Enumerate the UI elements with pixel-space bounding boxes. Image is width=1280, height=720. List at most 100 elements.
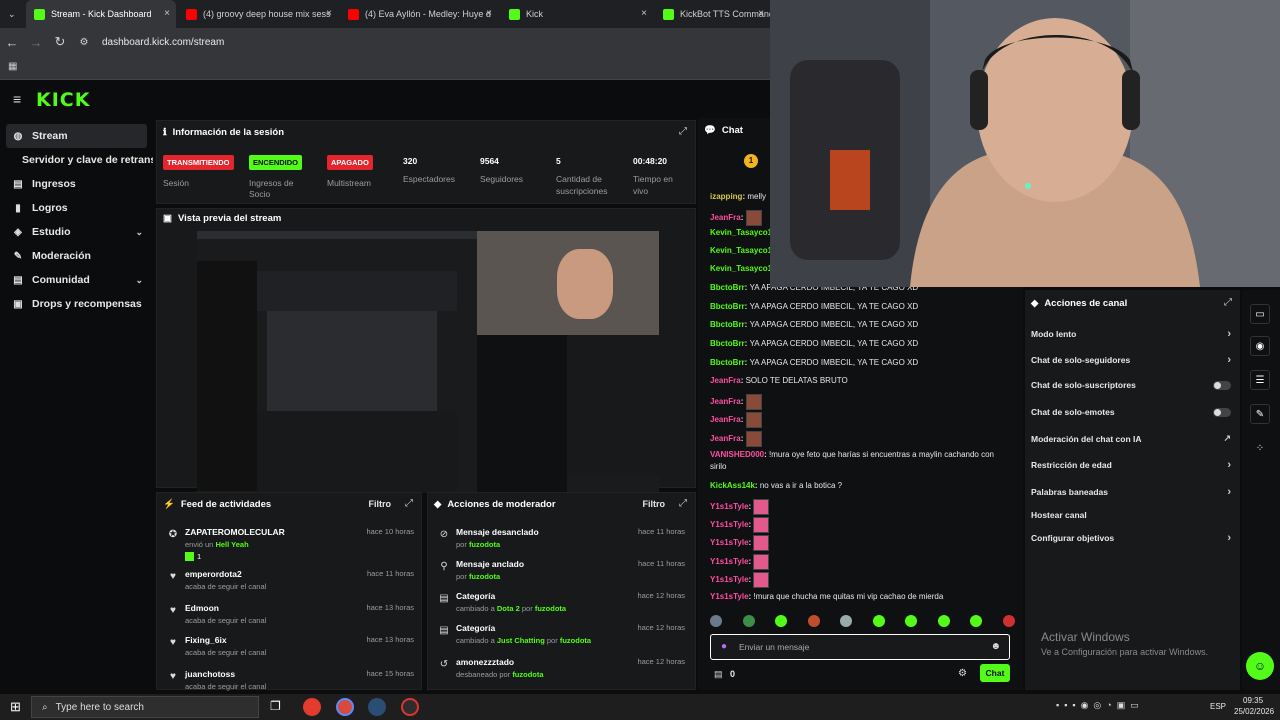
channel-action-configurar-objetivos[interactable]: Configurar objetivos › (1031, 532, 1231, 544)
chat-username[interactable]: Y1s1sTyle (710, 538, 749, 547)
moderator-name[interactable]: fuzodota (512, 670, 543, 679)
quick-emote-icon[interactable] (710, 615, 722, 627)
moderator-name[interactable]: fuzodota (560, 636, 591, 645)
channel-action-hostear-canal[interactable]: Hostear canal (1031, 510, 1231, 520)
sidebar-item-estudio[interactable]: ◈ Estudio ⌄ (0, 220, 153, 244)
quick-emote-icon[interactable] (742, 615, 755, 627)
chrome-profile-icon[interactable] (336, 698, 354, 716)
url-field[interactable]: dashboard.kick.com/stream (102, 37, 224, 48)
sidebar-item-servidor[interactable]: Servidor y clave de retransmisión (0, 148, 153, 172)
chat-username[interactable]: JeanFra (710, 376, 741, 385)
sidebar-item-stream[interactable]: ◍ Stream (6, 124, 147, 148)
more-rail-icon[interactable]: ⁘ (1250, 438, 1270, 458)
feed-filter-button[interactable]: Filtro (369, 499, 392, 509)
activity-user[interactable]: emperordota2 (185, 569, 242, 579)
chat-username[interactable]: BbctoBrr (710, 302, 745, 311)
support-button[interactable]: ☺ (1246, 652, 1274, 680)
toggle-switch[interactable] (1213, 380, 1231, 390)
expand-icon[interactable]: ⤢ (1224, 297, 1232, 308)
quick-emote-icon[interactable] (1002, 615, 1015, 627)
apps-icon[interactable]: ▦ (8, 61, 17, 72)
stream-preview-video[interactable] (197, 231, 659, 493)
chat-username[interactable]: izapping (710, 192, 742, 201)
activity-user[interactable]: ZAPATEROMOLECULAR (185, 527, 285, 537)
quick-emote-icon[interactable] (905, 615, 918, 627)
kick-logo[interactable]: KICK (36, 89, 90, 111)
expand-icon[interactable]: ⤢ (679, 126, 687, 137)
channel-action-chat-de-solo-emotes[interactable]: Chat de solo-emotes (1031, 407, 1231, 417)
chat-username[interactable]: Kevin_Tasayco1 (710, 264, 772, 273)
chat-username[interactable]: BbctoBrr (710, 320, 745, 329)
chat-username[interactable]: Y1s1sTyle (710, 592, 749, 601)
close-tab-icon[interactable]: × (486, 8, 492, 19)
forward-icon[interactable]: → (24, 35, 48, 50)
browser-tab[interactable]: (4) groovy deep house mix sess × (178, 0, 338, 28)
quick-emote-icon[interactable] (872, 615, 885, 627)
steam-icon[interactable] (368, 698, 386, 716)
chat-username[interactable]: JeanFra (710, 213, 741, 222)
clock-time[interactable]: 09:35 (1243, 696, 1263, 705)
activity-user[interactable]: Fixing_6ix (185, 635, 227, 645)
chat-send-button[interactable]: Chat (980, 664, 1010, 682)
chrome-icon[interactable] (303, 698, 321, 716)
sidebar-item-ingresos[interactable]: ▤ Ingresos (0, 172, 153, 196)
taskbar-search[interactable]: ⌕ Type here to search (31, 696, 259, 718)
close-tab-icon[interactable]: × (164, 8, 170, 19)
chat-username[interactable]: JeanFra (710, 397, 741, 406)
site-info-icon[interactable]: ⚙ (72, 37, 96, 48)
moderator-name[interactable]: fuzodota (469, 572, 500, 581)
modactions-filter-button[interactable]: Filtro (643, 499, 666, 509)
browser-tab[interactable]: KickBot TTS Commands × (655, 0, 770, 28)
chat-username[interactable]: Kevin_Tasayco1 (710, 246, 772, 255)
mic-icon[interactable]: ● (721, 641, 727, 652)
windows-start-icon[interactable]: ⊞ (10, 699, 21, 715)
menu-icon[interactable]: ≡ (13, 91, 21, 107)
toggle-switch[interactable] (1213, 407, 1231, 417)
channel-action-palabras-baneadas[interactable]: Palabras baneadas › (1031, 486, 1231, 498)
channel-action-chat-de-solo-suscriptores[interactable]: Chat de solo-suscriptores (1031, 380, 1231, 390)
quick-emote-icon[interactable] (807, 615, 820, 627)
quick-emote-icon[interactable] (840, 615, 853, 627)
quick-emote-icon[interactable] (937, 615, 950, 627)
tab-list-button[interactable]: ⌄ (0, 0, 26, 28)
emoji-icon[interactable]: ☻ (990, 641, 1001, 652)
chat-settings-icon[interactable]: ⚙ (958, 668, 967, 679)
category-name[interactable]: Dota 2 (497, 604, 520, 613)
moderator-name[interactable]: fuzodota (535, 604, 566, 613)
chat-username[interactable]: JeanFra (710, 434, 741, 443)
chat-input[interactable]: Enviar un mensaje (739, 642, 809, 652)
browser-tab[interactable]: Kick × (501, 0, 653, 28)
tools-rail-icon[interactable]: ✎ (1250, 404, 1270, 424)
channel-action-restricci-n-de-edad[interactable]: Restricción de edad › (1031, 459, 1231, 471)
activity-user[interactable]: juanchotoss (185, 669, 235, 679)
list-rail-icon[interactable]: ☰ (1250, 370, 1270, 390)
chat-username[interactable]: Y1s1sTyle (710, 520, 749, 529)
quick-emote-icon[interactable] (970, 615, 983, 627)
channel-action-moderaci-n-del-chat-con-ia[interactable]: Moderación del chat con IA ↗ (1031, 433, 1231, 444)
chat-username[interactable]: BbctoBrr (710, 358, 745, 367)
chat-username[interactable]: BbctoBrr (710, 339, 745, 348)
expand-icon[interactable]: ⤢ (679, 498, 687, 509)
activity-user[interactable]: Edmoon (185, 603, 219, 613)
back-icon[interactable]: ← (0, 35, 24, 50)
moderator-name[interactable]: fuzodota (469, 540, 500, 549)
chat-username[interactable]: Y1s1sTyle (710, 557, 749, 566)
close-tab-icon[interactable]: × (326, 8, 332, 19)
clock-date[interactable]: 25/02/2026 (1234, 707, 1274, 716)
browser-tab[interactable]: Stream - Kick Dashboard × (26, 0, 176, 28)
category-name[interactable]: Just Chatting (497, 636, 545, 645)
chat-username[interactable]: VANISHED000 (710, 450, 764, 459)
chat-username[interactable]: Y1s1sTyle (710, 575, 749, 584)
close-tab-icon[interactable]: × (641, 8, 647, 19)
task-view-icon[interactable]: ❐ (270, 699, 281, 713)
chat-username[interactable]: JeanFra (710, 415, 741, 424)
language-indicator[interactable]: ESP (1210, 702, 1226, 711)
expand-icon[interactable]: ⤢ (405, 498, 413, 509)
audio-rail-icon[interactable]: ◉ (1250, 336, 1270, 356)
browser-tab[interactable]: (4) Eva Ayllón - Medley: Huye d × (340, 0, 498, 28)
chat-username[interactable]: BbctoBrr (710, 283, 745, 292)
quick-emote-icon[interactable] (775, 615, 788, 627)
sidebar-item-drops[interactable]: ▣ Drops y recompensas (0, 292, 153, 316)
obs-icon[interactable] (401, 698, 419, 716)
close-tab-icon[interactable]: × (758, 8, 764, 19)
